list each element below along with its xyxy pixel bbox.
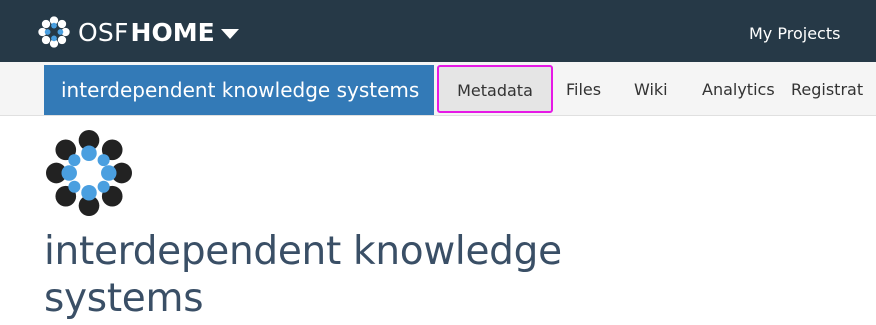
nav-files[interactable]: Files — [566, 65, 601, 115]
top-navbar: OSF HOME My Projects — [0, 0, 876, 62]
project-navbar: interdependent knowledge systems Metadat… — [0, 62, 876, 116]
my-projects-link[interactable]: My Projects — [749, 24, 840, 44]
nav-wiki[interactable]: Wiki — [634, 65, 668, 115]
osf-logo-icon — [38, 16, 70, 48]
brand-osf-label: OSF — [78, 17, 129, 47]
osf-logo-icon — [46, 130, 132, 216]
brand-home-label: HOME — [130, 17, 215, 47]
nav-metadata[interactable]: Metadata — [437, 65, 553, 113]
page-title: interdependent knowledge systems — [44, 229, 562, 321]
nav-analytics[interactable]: Analytics — [702, 65, 775, 115]
nav-registrations[interactable]: Registrat — [791, 65, 863, 115]
osf-home-dropdown[interactable]: OSF HOME — [38, 14, 239, 50]
project-title-link[interactable]: interdependent knowledge systems — [44, 65, 434, 115]
caret-down-icon — [220, 28, 239, 39]
